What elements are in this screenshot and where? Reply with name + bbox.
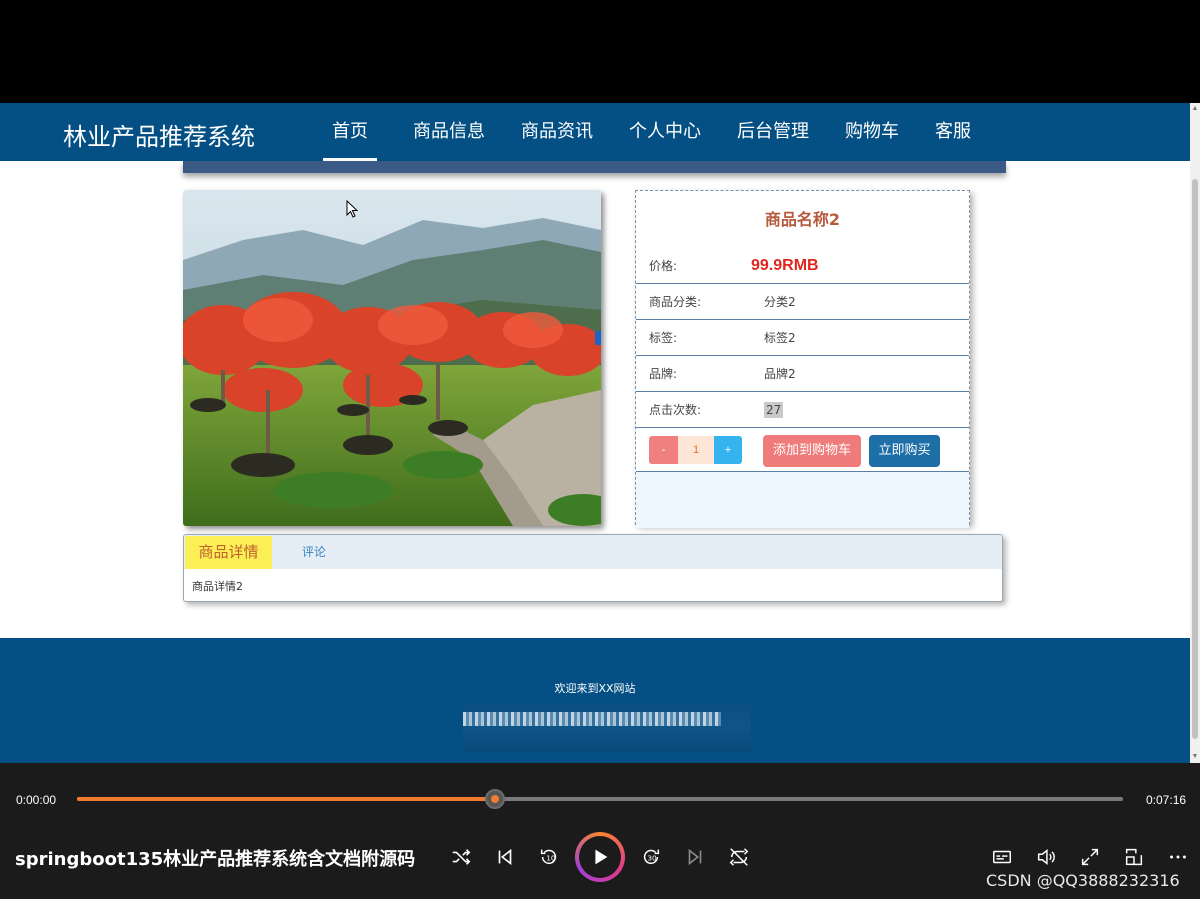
- nav-cart[interactable]: 购物车: [845, 103, 899, 161]
- nav-product-news[interactable]: 商品资讯: [521, 103, 593, 161]
- nav-admin[interactable]: 后台管理: [737, 103, 809, 161]
- tab-detail-content: 商品详情2: [192, 580, 243, 593]
- brand-label: 品牌:: [649, 367, 678, 381]
- mouse-cursor-icon: [346, 200, 359, 218]
- brand-value: 品牌2: [764, 367, 796, 381]
- nav-customer-service[interactable]: 客服: [935, 103, 971, 161]
- product-info-panel: 商品名称2 价格: 99.9RMB 商品分类: 分类2 标签: 标签2 品牌: …: [635, 190, 970, 528]
- purchase-actions: - 1 + 添加到购物车 立即购买: [636, 428, 969, 472]
- product-image: [183, 190, 601, 526]
- repeat-off-icon[interactable]: [725, 843, 753, 871]
- tab-comments[interactable]: 评论: [302, 535, 326, 569]
- clicks-row: 点击次数: 27: [636, 392, 969, 428]
- play-button[interactable]: [575, 832, 625, 882]
- quantity-input[interactable]: 1: [678, 436, 714, 464]
- total-time: 0:07:16: [1146, 793, 1187, 807]
- main-nav: 首页 商品信息 商品资讯 个人中心 后台管理 购物车 客服: [323, 103, 1007, 161]
- category-row: 商品分类: 分类2: [636, 284, 969, 320]
- site-brand[interactable]: 林业产品推荐系统: [63, 117, 255, 152]
- forward-30-icon[interactable]: 30: [637, 843, 665, 871]
- nav-personal-center[interactable]: 个人中心: [629, 103, 701, 161]
- category-label: 商品分类:: [649, 295, 702, 309]
- top-navbar: 林业产品推荐系统 首页 商品信息 商品资讯 个人中心 后台管理 购物车 客服: [0, 103, 1190, 161]
- tag-label: 标签:: [649, 331, 678, 345]
- current-time: 0:00:00: [16, 793, 57, 807]
- tabs-header: 商品详情 评论: [184, 535, 1002, 569]
- next-icon[interactable]: [681, 843, 709, 871]
- footer-blurred-info: [463, 704, 751, 752]
- tag-value: 标签2: [764, 331, 796, 345]
- site-footer: 欢迎来到XX网站: [0, 638, 1190, 763]
- price-label: 价格:: [649, 259, 678, 273]
- quantity-decrease-button[interactable]: -: [649, 436, 678, 464]
- mini-player-icon[interactable]: [1120, 843, 1148, 871]
- fullscreen-icon[interactable]: [1076, 843, 1104, 871]
- product-name: 商品名称2: [764, 210, 841, 229]
- blurred-text-strip: [463, 712, 721, 726]
- image-edge-marker: [595, 331, 601, 345]
- csdn-watermark: CSDN @QQ3888232316: [986, 871, 1180, 890]
- scroll-up-icon[interactable]: ▲: [1191, 105, 1199, 113]
- seek-handle[interactable]: [485, 789, 506, 809]
- scrollbar-thumb[interactable]: [1192, 179, 1198, 739]
- info-panel-footer: [636, 472, 969, 528]
- play-button-inner: [579, 836, 621, 878]
- quantity-increase-button[interactable]: +: [714, 436, 742, 464]
- video-player-controls: 0:00:00 0:07:16 springboot135林业产品推荐系统含文档…: [0, 763, 1200, 899]
- browser-viewport: 林业产品推荐系统 首页 商品信息 商品资讯 个人中心 后台管理 购物车 客服 商…: [0, 103, 1190, 763]
- category-value: 分类2: [764, 295, 796, 309]
- footer-welcome: 欢迎来到XX网站: [554, 682, 636, 695]
- screen: 林业产品推荐系统 首页 商品信息 商品资讯 个人中心 后台管理 购物车 客服 商…: [0, 0, 1200, 899]
- play-icon: [595, 849, 608, 865]
- seek-bar[interactable]: [77, 789, 1123, 809]
- page-scrollbar[interactable]: ▲ ▼: [1190, 103, 1200, 763]
- seek-bar-progress: [77, 797, 496, 801]
- price-row: 价格: 99.9RMB: [636, 248, 969, 284]
- brand-row: 品牌: 品牌2: [636, 356, 969, 392]
- nav-product-info[interactable]: 商品信息: [413, 103, 485, 161]
- clicks-value: 27: [764, 402, 784, 418]
- banner-strip: [183, 161, 1006, 173]
- svg-text:10: 10: [546, 854, 556, 863]
- more-options-icon[interactable]: [1164, 843, 1192, 871]
- product-tabs: 商品详情 评论 商品详情2: [183, 534, 1003, 602]
- svg-text:30: 30: [647, 854, 657, 863]
- previous-icon[interactable]: [491, 843, 519, 871]
- shuffle-icon[interactable]: [447, 843, 475, 871]
- add-to-cart-button[interactable]: 添加到购物车: [763, 435, 861, 467]
- subtitles-icon[interactable]: [988, 843, 1016, 871]
- tag-row: 标签: 标签2: [636, 320, 969, 356]
- price-value: 99.9RMB: [751, 257, 819, 274]
- nav-home[interactable]: 首页: [323, 103, 377, 161]
- video-title: springboot135林业产品推荐系统含文档附源码: [15, 849, 416, 870]
- buy-now-button[interactable]: 立即购买: [869, 435, 940, 467]
- clicks-value-wrap: 27: [764, 392, 784, 428]
- rewind-10-icon[interactable]: 10: [535, 843, 563, 871]
- clicks-label: 点击次数:: [649, 403, 702, 417]
- scroll-down-icon[interactable]: ▼: [1191, 753, 1199, 761]
- volume-icon[interactable]: [1032, 843, 1060, 871]
- tab-product-detail[interactable]: 商品详情: [185, 536, 272, 569]
